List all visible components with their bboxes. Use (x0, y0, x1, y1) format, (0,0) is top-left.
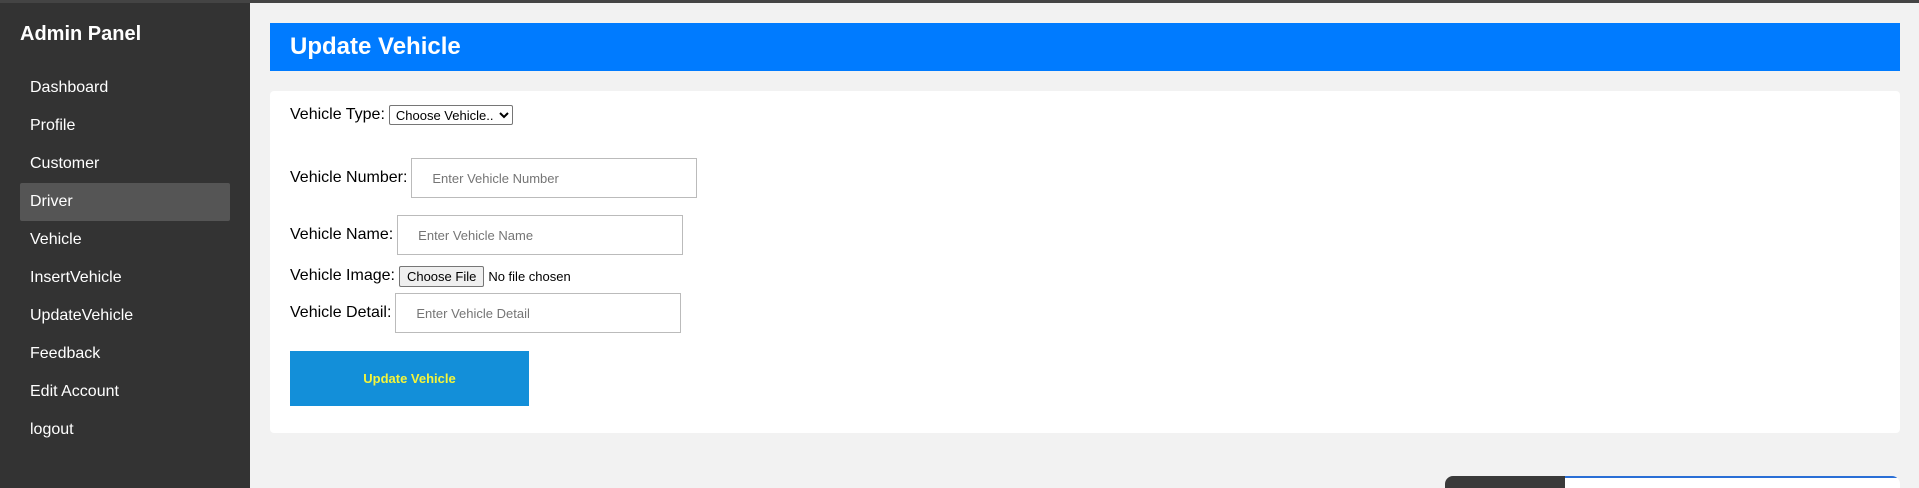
vehicle-name-label: Vehicle Name: (290, 226, 394, 243)
sidebar-nav: Dashboard Profile Customer Driver Vehicl… (20, 69, 230, 449)
vehicle-type-row: Vehicle Type: Choose Vehicle.. (290, 105, 513, 125)
sidebar-item-update-vehicle[interactable]: UpdateVehicle (20, 297, 230, 335)
vehicle-type-label: Vehicle Type: (290, 106, 385, 123)
choose-file-button[interactable]: Choose File (398, 265, 485, 287)
page-title: Update Vehicle (270, 23, 1900, 71)
vehicle-detail-label: Vehicle Detail: (290, 304, 392, 321)
vehicle-name-row: Vehicle Name: (290, 215, 684, 255)
vehicle-image-row: Vehicle Image: Choose File No file chose… (290, 265, 571, 287)
sidebar-item-customer[interactable]: Customer (20, 145, 230, 183)
vehicle-name-input[interactable] (397, 215, 684, 255)
sidebar-item-driver[interactable]: Driver (20, 183, 230, 221)
sidebar-item-feedback[interactable]: Feedback (20, 335, 230, 373)
sidebar-item-dashboard[interactable]: Dashboard (20, 69, 230, 107)
vehicle-number-row: Vehicle Number: (290, 158, 698, 198)
sidebar: Admin Panel Dashboard Profile Customer D… (0, 3, 250, 488)
sidebar-item-edit-account[interactable]: Edit Account (20, 373, 230, 411)
file-status-text: No file chosen (488, 268, 571, 284)
vehicle-detail-input[interactable] (395, 293, 682, 333)
update-vehicle-form: Vehicle Type: Choose Vehicle.. Vehicle N… (270, 91, 1900, 433)
sidebar-title: Admin Panel (20, 23, 142, 45)
sidebar-item-insert-vehicle[interactable]: InsertVehicle (20, 259, 230, 297)
main-content: Update Vehicle Vehicle Type: Choose Vehi… (250, 3, 1919, 488)
sidebar-item-profile[interactable]: Profile (20, 107, 230, 145)
widget-light-tab (1565, 476, 1900, 488)
update-vehicle-button[interactable]: Update Vehicle (290, 351, 529, 406)
sidebar-item-logout[interactable]: logout (20, 411, 230, 449)
vehicle-image-label: Vehicle Image: (290, 267, 395, 284)
sidebar-item-vehicle[interactable]: Vehicle (20, 221, 230, 259)
bottom-floating-widget[interactable] (1445, 476, 1900, 488)
vehicle-number-input[interactable] (411, 158, 698, 198)
vehicle-number-label: Vehicle Number: (290, 169, 408, 186)
vehicle-detail-row: Vehicle Detail: (290, 293, 682, 333)
widget-dark-tab (1445, 476, 1565, 488)
vehicle-type-select[interactable]: Choose Vehicle.. (388, 105, 513, 125)
